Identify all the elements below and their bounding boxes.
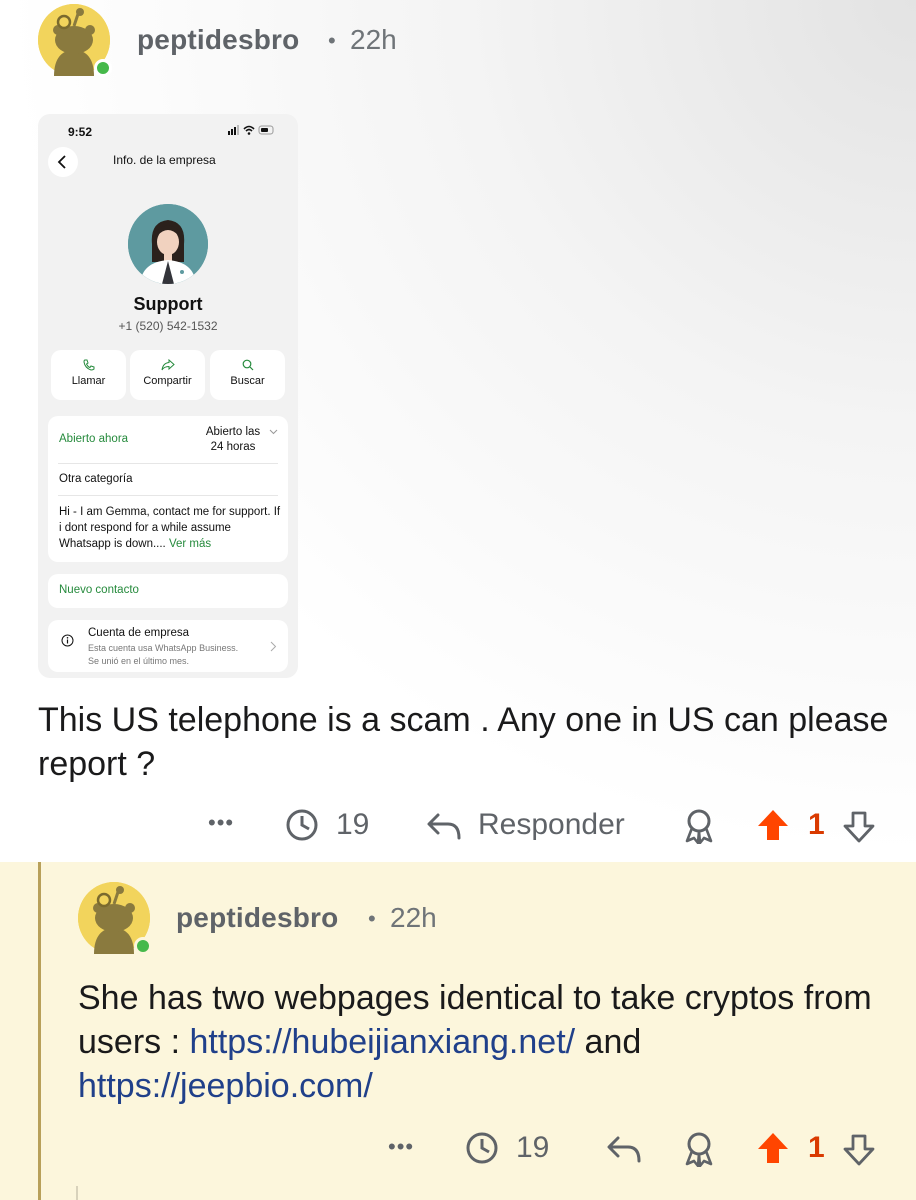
business-account-title: Cuenta de empresa <box>88 627 190 639</box>
downvote-arrow-icon[interactable] <box>842 810 876 844</box>
search-button[interactable]: Buscar <box>210 350 285 400</box>
share-arrow-icon <box>161 359 175 371</box>
award-clock-icon[interactable] <box>465 1131 499 1165</box>
call-label: Llamar <box>71 375 106 387</box>
post-award-count: 19 <box>336 808 370 841</box>
share-button[interactable]: Compartir <box>130 350 205 400</box>
chevron-right-icon <box>270 641 277 652</box>
header-separator: • <box>328 28 336 53</box>
avatar[interactable] <box>38 4 112 77</box>
upvote-arrow-icon[interactable] <box>756 808 790 842</box>
business-account-sub1: Esta cuenta usa WhatsApp Business. <box>88 643 239 653</box>
divider <box>58 495 278 496</box>
new-contact-card[interactable]: Nuevo contacto <box>48 574 288 608</box>
hours-value-line2: 24 horas <box>210 441 256 453</box>
contact-name: Support <box>133 294 203 314</box>
reply-arrow-icon[interactable] <box>606 1134 642 1164</box>
reply-body: She has two webpages identical to take c… <box>78 976 908 1108</box>
see-more-link[interactable]: Ver más <box>169 538 211 550</box>
contact-phone-number: +1 (520) 542-1532 <box>118 319 218 333</box>
hours-value-line1: Abierto las <box>205 426 261 438</box>
link-hubeijianxiang[interactable]: https://hubeijianxiang.net/ <box>189 1023 575 1061</box>
signal-wifi-battery-icon <box>228 125 274 135</box>
status-bar-icons <box>228 124 278 139</box>
award-clock-icon[interactable] <box>285 808 319 842</box>
downvote-arrow-icon[interactable] <box>842 1133 876 1167</box>
phone-icon <box>82 359 94 371</box>
award-ribbon-icon[interactable] <box>682 1131 716 1167</box>
business-account-sub2: Se unió en el último mes. <box>88 656 190 666</box>
upvote-arrow-icon[interactable] <box>756 1131 790 1165</box>
business-description: Hi - I am Gemma, contact me for support.… <box>59 504 281 552</box>
reply-time: 22h <box>390 902 437 933</box>
post-time: 22h <box>350 24 397 55</box>
back-button[interactable] <box>48 147 78 177</box>
woman-avatar-icon <box>128 204 208 284</box>
search-icon <box>242 359 253 371</box>
reply-award-count: 19 <box>516 1131 550 1164</box>
nested-thread-line <box>76 1186 78 1200</box>
reply-username[interactable]: peptidesbro <box>176 902 338 934</box>
hours-status: Abierto ahora <box>59 433 129 445</box>
business-category: Otra categoría <box>59 473 133 485</box>
post-more-button[interactable]: ••• <box>208 810 234 836</box>
attached-screenshot[interactable]: 9:52 Info. de la empresa Support +1 (520… <box>38 114 298 678</box>
share-label: Compartir <box>143 375 192 387</box>
business-account-card[interactable]: Cuenta de empresa Esta cuenta usa WhatsA… <box>48 620 288 672</box>
chevron-down-icon <box>269 429 278 435</box>
reply-vote-count: 1 <box>808 1131 825 1164</box>
contact-profile-picture <box>128 204 208 284</box>
search-label: Buscar <box>230 375 265 387</box>
status-bar-time: 9:52 <box>68 125 93 139</box>
chevron-left-icon <box>57 155 66 169</box>
new-contact-label: Nuevo contacto <box>59 584 139 596</box>
business-info-card: Abierto ahora Abierto las 24 horas Otra … <box>48 416 288 562</box>
reply-arrow-icon[interactable] <box>426 811 462 841</box>
reply-more-button[interactable]: ••• <box>388 1134 414 1160</box>
reply-avatar[interactable] <box>78 882 152 955</box>
call-button[interactable]: Llamar <box>51 350 126 400</box>
award-ribbon-icon[interactable] <box>682 808 716 844</box>
post-body: This US telephone is a scam . Any one in… <box>38 701 889 783</box>
reply-button[interactable]: Responder <box>478 808 625 842</box>
info-icon <box>61 634 74 647</box>
post-vote-count: 1 <box>808 808 825 841</box>
divider <box>58 463 278 464</box>
thread-line[interactable] <box>38 862 41 1200</box>
reply-text-between: and <box>575 1023 642 1061</box>
hours-value[interactable]: Abierto las 24 horas <box>198 425 268 455</box>
post-username[interactable]: peptidesbro <box>137 24 299 56</box>
online-status-dot <box>94 59 112 77</box>
online-status-dot <box>134 937 152 955</box>
link-jeepbio[interactable]: https://jeepbio.com/ <box>78 1067 373 1105</box>
header-separator: • <box>368 906 376 931</box>
screenshot-nav-title: Info. de la empresa <box>113 153 216 167</box>
